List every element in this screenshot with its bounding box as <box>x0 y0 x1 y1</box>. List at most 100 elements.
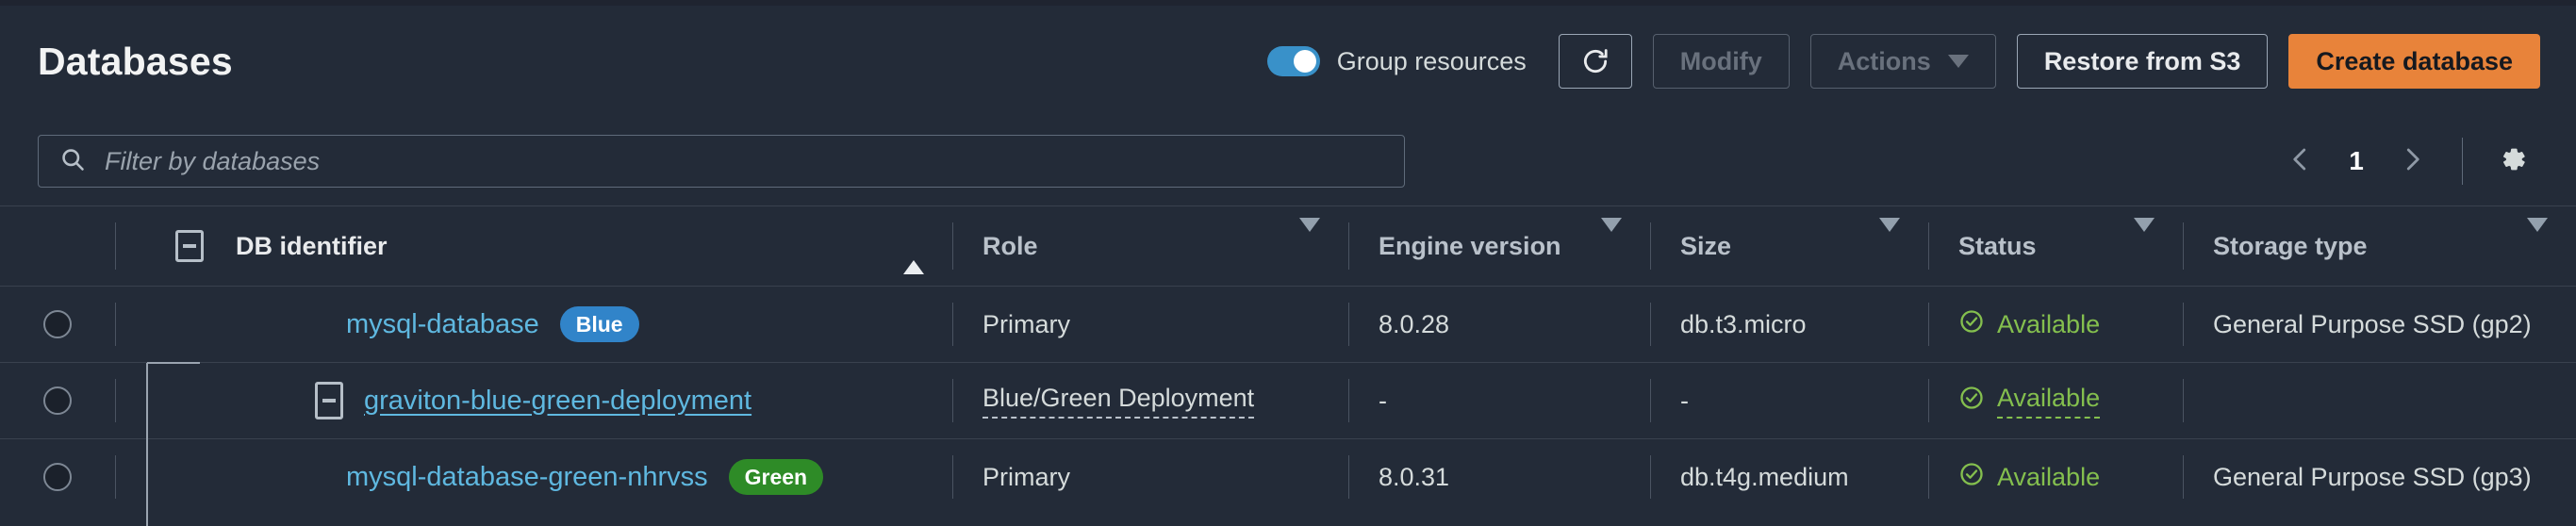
toggle-knob <box>1293 50 1316 73</box>
column-header-engine-version-label: Engine version <box>1379 231 1561 260</box>
chevron-down-icon <box>1947 55 1969 68</box>
chevron-left-icon <box>2287 145 2315 178</box>
modify-button-label: Modify <box>1679 46 1762 75</box>
row-select-cell[interactable] <box>0 287 115 362</box>
engine-version-value: - <box>1379 386 1387 415</box>
cell-engine-version: 8.0.28 <box>1348 287 1650 362</box>
collapse-dash-icon <box>322 399 336 403</box>
cell-size: db.t3.micro <box>1650 287 1928 362</box>
status-label: Available <box>1997 462 2101 491</box>
group-resources-toggle[interactable] <box>1266 46 1320 76</box>
cell-role: Primary <box>952 287 1348 362</box>
table-row[interactable]: graviton-blue-green-deployment Blue/Gree… <box>0 363 2576 438</box>
status-label: Available <box>1997 384 2101 419</box>
cell-role: Primary <box>952 439 1348 515</box>
cell-size: - <box>1650 363 1928 438</box>
engine-version-value: 8.0.28 <box>1379 309 1450 338</box>
page-number[interactable]: 1 <box>2328 146 2385 176</box>
cell-storage-type: General Purpose SSD (gp2) <box>2183 287 2576 362</box>
sort-icon <box>2527 217 2548 261</box>
search-input[interactable]: Filter by databases <box>38 135 1405 188</box>
cell-status: Available <box>1928 439 2183 515</box>
row-select-cell[interactable] <box>0 363 115 438</box>
chevron-right-icon <box>2398 145 2426 178</box>
cell-engine-version: - <box>1348 363 1650 438</box>
db-identifier-link[interactable]: mysql-database-green-nhrvss <box>346 462 708 493</box>
deployment-badge-blue: Blue <box>559 306 639 342</box>
table-header-row: DB identifier Role Engine version Size S… <box>0 206 2576 286</box>
page-title: Databases <box>38 39 233 83</box>
row-radio-button[interactable] <box>43 386 72 415</box>
column-header-engine-version[interactable]: Engine version <box>1348 206 1650 286</box>
cell-role: Blue/Green Deployment <box>952 363 1348 438</box>
row-select-cell[interactable] <box>0 439 115 515</box>
pagination-divider <box>2462 138 2463 185</box>
refresh-icon <box>1580 46 1610 76</box>
role-value: Blue/Green Deployment <box>983 384 1255 419</box>
gear-icon <box>2497 143 2529 180</box>
column-header-storage-type[interactable]: Storage type <box>2183 206 2576 286</box>
restore-from-s3-label: Restore from S3 <box>2043 46 2241 75</box>
indeterminate-dash-icon <box>183 244 196 248</box>
search-placeholder: Filter by databases <box>105 146 321 175</box>
databases-table: DB identifier Role Engine version Size S… <box>0 205 2576 526</box>
status-badge: Available <box>1958 384 2101 419</box>
table-row[interactable]: mysql-database Blue Primary 8.0.28 db.t3… <box>0 287 2576 362</box>
engine-version-value: 8.0.31 <box>1379 462 1450 491</box>
select-all-checkbox[interactable] <box>175 230 204 262</box>
prev-page-button[interactable] <box>2273 134 2328 189</box>
column-header-status[interactable]: Status <box>1928 206 2183 286</box>
db-identifier-link[interactable]: mysql-database <box>346 309 539 340</box>
actions-button-label: Actions <box>1837 46 1931 75</box>
column-header-db-identifier[interactable]: DB identifier <box>115 206 952 286</box>
storage-type-value: General Purpose SSD (gp2) <box>2213 309 2532 338</box>
column-header-role[interactable]: Role <box>952 206 1348 286</box>
row-radio-button[interactable] <box>43 310 72 338</box>
cell-storage-type: General Purpose SSD (gp3) <box>2183 439 2576 515</box>
column-header-db-identifier-label: DB identifier <box>236 231 388 260</box>
group-resources-toggle-wrap[interactable]: Group resources <box>1266 46 1527 76</box>
status-badge: Available <box>1958 308 2100 341</box>
cell-db-identifier: mysql-database-green-nhrvss Green <box>115 439 952 515</box>
filter-row: Filter by databases 1 <box>0 117 2576 205</box>
cell-engine-version: 8.0.31 <box>1348 439 1650 515</box>
expand-collapse-toggle[interactable] <box>315 382 343 419</box>
storage-type-value: General Purpose SSD (gp3) <box>2213 462 2532 491</box>
restore-from-s3-button[interactable]: Restore from S3 <box>2016 34 2269 89</box>
create-database-button[interactable]: Create database <box>2288 34 2540 89</box>
refresh-button[interactable] <box>1558 34 1632 89</box>
header-actions: Group resources Modify Actions Restore f… <box>1266 34 2540 89</box>
cell-status: Available <box>1928 363 2183 438</box>
table-row[interactable]: mysql-database-green-nhrvss Green Primar… <box>0 439 2576 515</box>
header-select-cell <box>0 206 115 286</box>
deployment-badge-green: Green <box>728 459 824 495</box>
cell-db-identifier: mysql-database Blue <box>115 287 952 362</box>
column-header-role-label: Role <box>983 231 1038 260</box>
status-available-icon <box>1958 308 1985 341</box>
page-header: Databases Group resources Modify Actions <box>0 6 2576 117</box>
column-header-storage-type-label: Storage type <box>2213 231 2368 260</box>
status-label: Available <box>1997 309 2101 338</box>
column-header-status-label: Status <box>1958 231 2037 260</box>
sort-ascending-icon <box>903 231 924 274</box>
table-settings-button[interactable] <box>2485 134 2540 189</box>
sort-icon <box>1299 217 1320 261</box>
status-available-icon <box>1958 461 1985 494</box>
cell-storage-type <box>2183 363 2576 438</box>
size-value: db.t3.micro <box>1680 309 1807 338</box>
cell-db-identifier: graviton-blue-green-deployment <box>115 363 952 438</box>
role-value: Primary <box>983 462 1070 491</box>
next-page-button[interactable] <box>2385 134 2439 189</box>
column-header-size[interactable]: Size <box>1650 206 1928 286</box>
column-header-size-label: Size <box>1680 231 1732 260</box>
sort-icon <box>1879 217 1900 261</box>
modify-button[interactable]: Modify <box>1652 34 1790 89</box>
row-radio-button[interactable] <box>43 463 72 491</box>
search-icon <box>59 146 86 177</box>
db-identifier-link[interactable]: graviton-blue-green-deployment <box>364 386 751 417</box>
cell-size: db.t4g.medium <box>1650 439 1928 515</box>
status-available-icon <box>1958 385 1985 418</box>
sort-icon <box>1601 217 1622 261</box>
status-badge: Available <box>1958 461 2100 494</box>
actions-button[interactable]: Actions <box>1809 34 1996 89</box>
